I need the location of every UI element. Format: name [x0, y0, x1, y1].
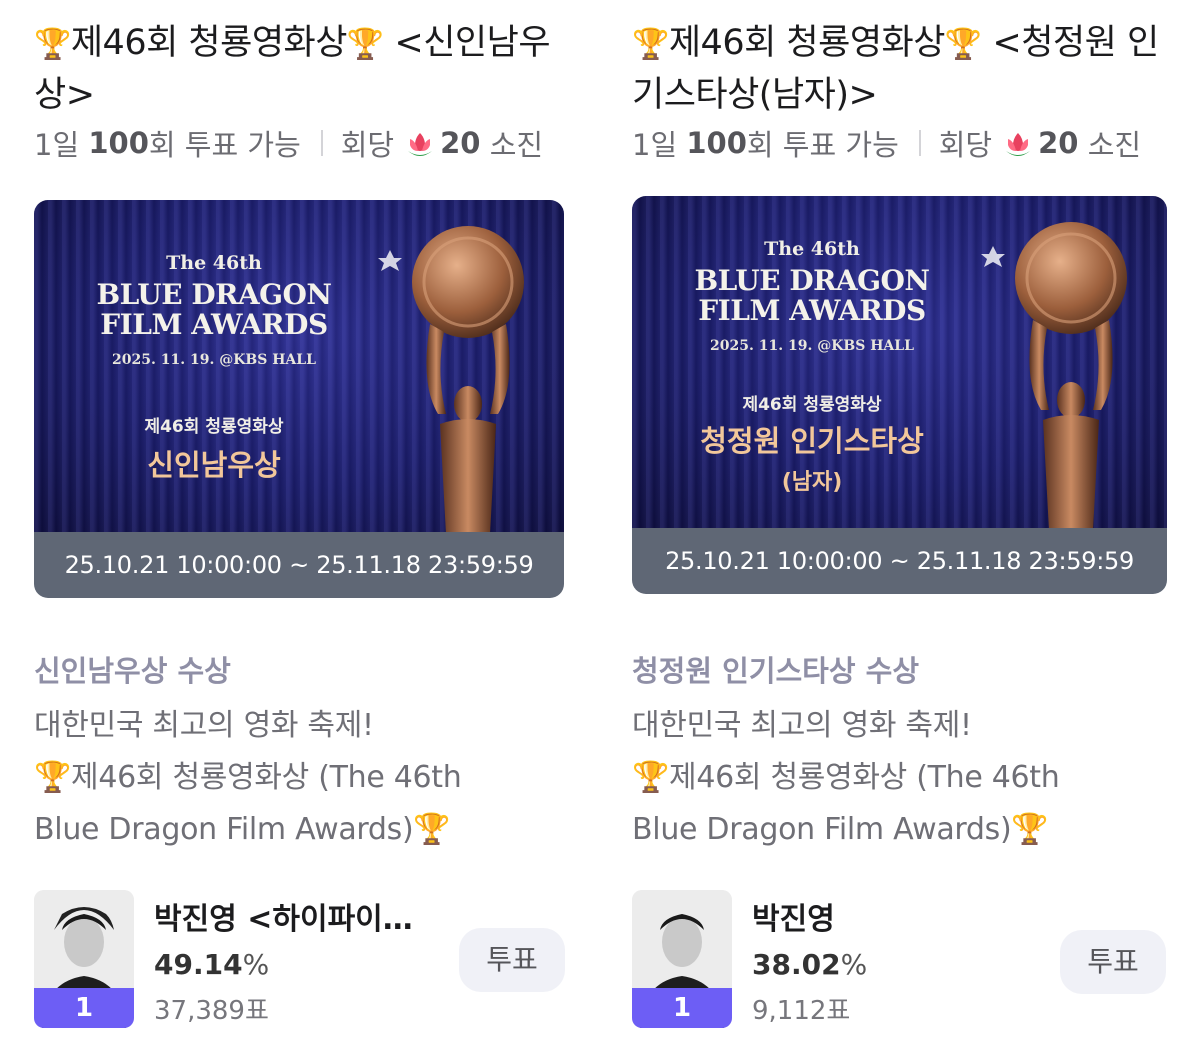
lotus-flower-icon — [1006, 133, 1031, 156]
avatar[interactable]: 1 — [34, 890, 134, 1028]
banner-line1: BLUE DRAGON — [694, 264, 930, 297]
meta-day: 1일 — [34, 128, 80, 162]
banner-award: 신인남우상 — [147, 448, 281, 482]
percent-value: 38.02 — [752, 948, 841, 981]
meta-cost: 20 — [440, 126, 481, 160]
vote-limit-info: 1일 100 회 투표 가능 회당 20 소진 — [34, 122, 543, 164]
vote-period: 25.10.21 10:00:00 ~ 25.11.18 23:59:59 — [34, 532, 564, 598]
lotus-flower-icon — [408, 133, 433, 156]
banner-background: The 46th BLUE DRAGON FILM AWARDS 2025. 1… — [34, 200, 564, 534]
banner-date: 2025. 11. 19. @KBS HALL — [112, 352, 316, 368]
meta-cost-suffix: 소진 — [1087, 128, 1142, 162]
vote-button[interactable]: 투표 — [459, 928, 565, 992]
banner-sub: (남자) — [781, 470, 843, 495]
event-banner[interactable]: The 46th BLUE DRAGON FILM AWARDS 2025. 1… — [632, 196, 1167, 594]
meta-cost-suffix: 소진 — [489, 128, 544, 162]
banner-kr: 제46회 청룡영화상 — [144, 417, 284, 437]
desc-line: Blue Dragon Film Awards)🏆 — [632, 812, 1049, 847]
banner-line1: BLUE DRAGON — [96, 278, 332, 311]
event-banner[interactable]: The 46th BLUE DRAGON FILM AWARDS 2025. 1… — [34, 200, 564, 598]
description: 대한민국 최고의 영화 축제! 🏆제46회 청룡영화상 (The 46th Bl… — [632, 700, 1172, 856]
banner-the: The 46th — [764, 238, 860, 260]
divider — [320, 130, 323, 156]
banner-the: The 46th — [166, 252, 262, 274]
meta-cost-label: 회당 — [938, 128, 993, 162]
divider — [918, 130, 921, 156]
vote-count: 9,112표 — [752, 996, 851, 1026]
banner-date: 2025. 11. 19. @KBS HALL — [710, 338, 914, 354]
meta-cost-label: 회당 — [340, 128, 395, 162]
desc-line: 🏆제46회 청룡영화상 (The 46th — [632, 760, 1060, 795]
meta-count-suffix: 회 투표 가능 — [148, 128, 301, 162]
meta-day: 1일 — [632, 128, 678, 162]
vote-limit-info: 1일 100 회 투표 가능 회당 20 소진 — [632, 122, 1141, 164]
banner-line2: FILM AWARDS — [698, 294, 926, 327]
candidate-name: 박진영 — [752, 902, 835, 937]
section-title: 신인남우상 수상 — [34, 654, 231, 688]
avatar[interactable]: 1 — [632, 890, 732, 1028]
banner-kr: 제46회 청룡영화상 — [742, 395, 882, 415]
trophy-statue-image — [981, 222, 1127, 530]
desc-line: 🏆제46회 청룡영화상 (The 46th — [34, 760, 462, 795]
percent-value: 49.14 — [154, 948, 243, 981]
title-main: 제46회 청룡영화상 — [668, 23, 946, 63]
meta-count: 100 — [686, 126, 747, 160]
section-title: 청정원 인기스타상 수상 — [632, 654, 919, 688]
vote-percent: 38.02% — [752, 948, 867, 981]
trophy-statue-image — [378, 226, 524, 534]
rank-badge: 1 — [632, 988, 732, 1028]
desc-line: 대한민국 최고의 영화 축제! — [632, 708, 972, 743]
desc-line: 대한민국 최고의 영화 축제! — [34, 708, 374, 743]
banner-line2: FILM AWARDS — [100, 308, 328, 341]
rank-badge: 1 — [34, 988, 134, 1028]
card-title: 🏆제46회 청룡영화상🏆 <청정원 인기스타상(남자)> — [632, 18, 1172, 120]
vote-button[interactable]: 투표 — [1060, 930, 1166, 994]
meta-count-suffix: 회 투표 가능 — [746, 128, 899, 162]
trophy-icon: 🏆 — [346, 27, 384, 62]
banner-background: The 46th BLUE DRAGON FILM AWARDS 2025. 1… — [632, 196, 1167, 530]
vote-count: 37,389표 — [154, 996, 269, 1026]
title-main: 제46회 청룡영화상 — [70, 23, 348, 63]
meta-cost: 20 — [1038, 126, 1079, 160]
candidate-row: 1 박진영 38.02% 9,112표 투표 — [632, 890, 1172, 1030]
candidate-name: 박진영 <하이파이… — [154, 902, 413, 937]
percent-unit: % — [840, 948, 868, 981]
vote-period: 25.10.21 10:00:00 ~ 25.11.18 23:59:59 — [632, 528, 1167, 594]
candidate-row: 1 박진영 <하이파이… 49.14% 37,389표 투표 — [34, 890, 574, 1030]
banner-award: 청정원 인기스타상 — [700, 424, 924, 458]
card-title: 🏆제46회 청룡영화상🏆 <신인남우상> — [34, 18, 574, 120]
trophy-icon: 🏆 — [632, 27, 669, 62]
meta-count: 100 — [88, 126, 149, 160]
desc-line: Blue Dragon Film Awards)🏆 — [34, 812, 451, 847]
trophy-icon: 🏆 — [944, 27, 982, 62]
percent-unit: % — [242, 948, 270, 981]
trophy-icon: 🏆 — [34, 27, 71, 62]
description: 대한민국 최고의 영화 축제! 🏆제46회 청룡영화상 (The 46th Bl… — [34, 700, 574, 856]
vote-percent: 49.14% — [154, 948, 269, 981]
